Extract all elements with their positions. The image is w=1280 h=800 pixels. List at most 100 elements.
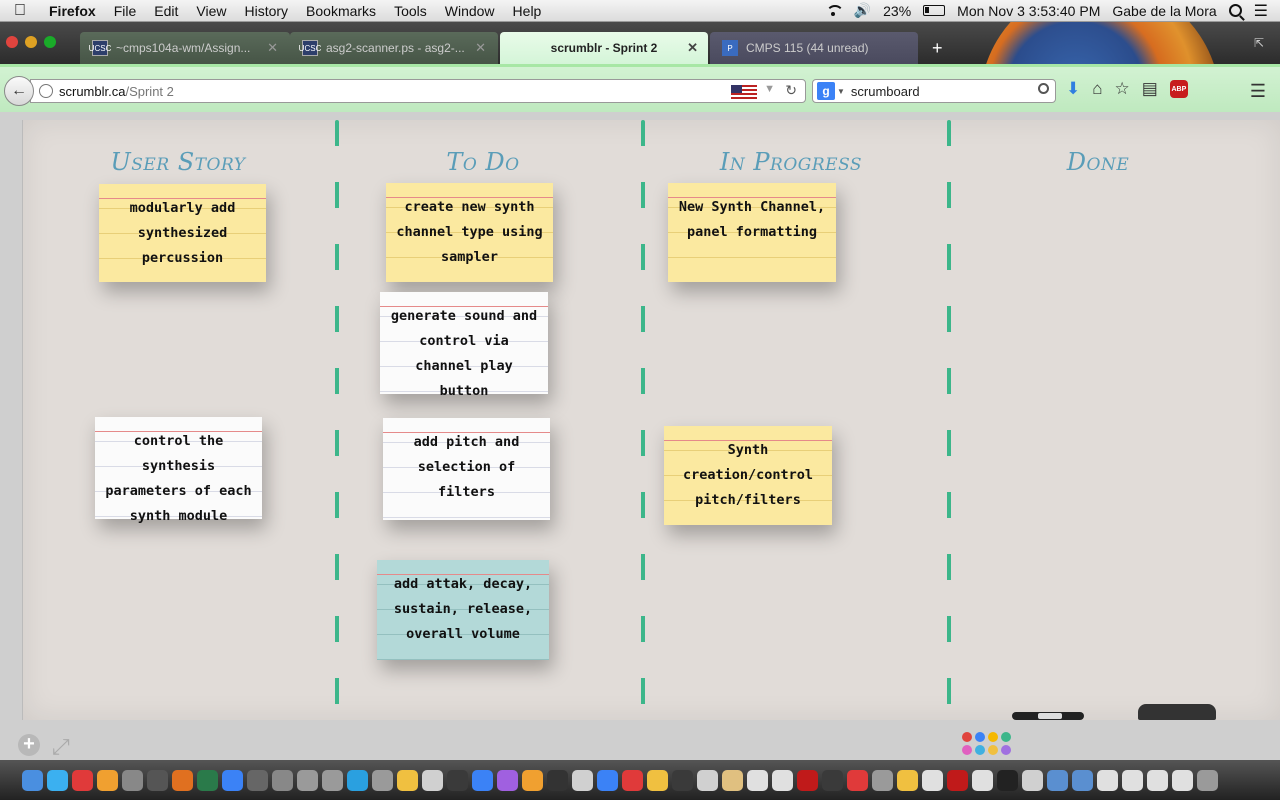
column-divider[interactable]: [947, 120, 951, 720]
story-card[interactable]: create new synth channel type using samp…: [386, 183, 553, 282]
dock-app-icon[interactable]: [347, 769, 368, 791]
dock-app-icon[interactable]: [1097, 769, 1118, 791]
eraser-icon[interactable]: [1138, 704, 1216, 720]
dock-app-icon[interactable]: [497, 769, 518, 791]
column-divider[interactable]: [641, 120, 645, 720]
dock-app-icon[interactable]: [372, 769, 393, 791]
home-icon[interactable]: ⌂: [1092, 79, 1102, 99]
dock-app-icon[interactable]: [97, 769, 118, 791]
dock-app-icon[interactable]: [872, 769, 893, 791]
add-card-button[interactable]: +: [18, 734, 40, 756]
menu-app-firefox[interactable]: Firefox: [40, 3, 105, 19]
apple-icon[interactable]: : [0, 2, 40, 20]
column-header-in-progress[interactable]: In Progress: [641, 148, 941, 176]
tab-piazza[interactable]: P CMPS 115 (44 unread): [710, 32, 918, 64]
menu-tools[interactable]: Tools: [385, 3, 436, 19]
dock-app-icon[interactable]: [697, 769, 718, 791]
palette-color-dot[interactable]: [1001, 732, 1011, 742]
story-card[interactable]: control the synthesis parameters of each…: [95, 417, 262, 524]
story-card[interactable]: New Synth Channel, panel formatting: [668, 183, 836, 282]
zoom-window-button[interactable]: [44, 36, 56, 48]
bookmark-star-icon[interactable]: ☆: [1115, 79, 1130, 99]
dock-app-icon[interactable]: [1047, 769, 1068, 791]
dock-app-icon[interactable]: [22, 769, 43, 791]
restore-window-icon[interactable]: ⇱: [1254, 36, 1264, 50]
menu-window[interactable]: Window: [436, 3, 504, 19]
wifi-icon[interactable]: [824, 4, 844, 17]
dock-app-icon[interactable]: [297, 769, 318, 791]
volume-icon[interactable]: 🔊: [854, 2, 871, 19]
us-flag-icon[interactable]: [731, 85, 757, 99]
search-engine-dropdown-icon[interactable]: ▼: [837, 87, 845, 96]
dock-app-icon[interactable]: [772, 769, 793, 791]
column-header-user-story[interactable]: User Story: [28, 148, 328, 176]
notification-center-icon[interactable]: ☰: [1254, 1, 1268, 21]
dock-app-icon[interactable]: [622, 769, 643, 791]
dock-app-icon[interactable]: [972, 769, 993, 791]
url-dropdown-icon[interactable]: ▼: [764, 83, 775, 95]
dock-app-icon[interactable]: [522, 769, 543, 791]
spotlight-icon[interactable]: [1228, 4, 1242, 17]
palette-color-dot[interactable]: [975, 745, 985, 755]
column-divider[interactable]: [335, 120, 339, 720]
story-card[interactable]: add attak, decay, sustain, release, over…: [377, 560, 549, 660]
new-tab-icon[interactable]: +: [932, 38, 943, 59]
dock-app-icon[interactable]: [222, 769, 243, 791]
close-tab-icon[interactable]: ✕: [475, 40, 486, 56]
dock-app-icon[interactable]: [822, 769, 843, 791]
palette-color-dot[interactable]: [962, 745, 972, 755]
adblock-plus-icon[interactable]: ABP: [1169, 80, 1188, 98]
dock-app-icon[interactable]: [72, 769, 93, 791]
dock-app-icon[interactable]: [722, 769, 743, 791]
palette-color-dot[interactable]: [962, 732, 972, 742]
palette-color-dot[interactable]: [988, 732, 998, 742]
dock-app-icon[interactable]: [47, 769, 68, 791]
dock-app-icon[interactable]: [672, 769, 693, 791]
dock-app-icon[interactable]: [997, 769, 1018, 791]
minimize-window-button[interactable]: [25, 36, 37, 48]
hamburger-menu-icon[interactable]: ☰: [1250, 81, 1266, 102]
dock-app-icon[interactable]: [897, 769, 918, 791]
dock-app-icon[interactable]: [1072, 769, 1093, 791]
close-tab-icon[interactable]: ✕: [267, 40, 278, 56]
palette-color-dot[interactable]: [975, 732, 985, 742]
menubar-clock[interactable]: Mon Nov 3 3:53:40 PM: [957, 3, 1100, 19]
url-bar[interactable]: scrumblr.ca /Sprint 2 ▼ ↻: [30, 79, 806, 103]
back-button[interactable]: ←: [4, 76, 34, 106]
dock-app-icon[interactable]: [247, 769, 268, 791]
dock-app-icon[interactable]: [1147, 769, 1168, 791]
dock-app-icon[interactable]: [122, 769, 143, 791]
dock-app-icon[interactable]: [447, 769, 468, 791]
dock-app-icon[interactable]: [647, 769, 668, 791]
palette-color-dot[interactable]: [988, 745, 998, 755]
dock-app-icon[interactable]: [797, 769, 818, 791]
dock-app-icon[interactable]: [397, 769, 418, 791]
tab-cmps104a[interactable]: UCSC ~cmps104a-wm/Assign... ✕: [80, 32, 290, 64]
dock-app-icon[interactable]: [197, 769, 218, 791]
dock-app-icon[interactable]: [1022, 769, 1043, 791]
dock-app-icon[interactable]: [1172, 769, 1193, 791]
story-card[interactable]: add pitch and selection of filters: [383, 418, 550, 520]
dock-app-icon[interactable]: [847, 769, 868, 791]
menu-view[interactable]: View: [187, 3, 235, 19]
dock-app-icon[interactable]: [322, 769, 343, 791]
dock-app-icon[interactable]: [597, 769, 618, 791]
dock-app-icon[interactable]: [572, 769, 593, 791]
dock-app-icon[interactable]: [422, 769, 443, 791]
tab-asg2-scanner[interactable]: UCSC asg2-scanner.ps - asg2-... ✕: [290, 32, 498, 64]
reload-icon[interactable]: ↻: [785, 82, 797, 99]
close-tab-icon[interactable]: ✕: [687, 40, 698, 56]
google-icon[interactable]: g: [817, 82, 835, 100]
expand-board-icon[interactable]: ⤢: [52, 734, 70, 760]
palette-color-dot[interactable]: [1001, 745, 1011, 755]
search-icon[interactable]: [1038, 83, 1049, 94]
story-card[interactable]: Synth creation/control pitch/filters: [664, 426, 832, 525]
dock-app-icon[interactable]: [947, 769, 968, 791]
dock-app-icon[interactable]: [1197, 769, 1218, 791]
dock-app-icon[interactable]: [147, 769, 168, 791]
story-card[interactable]: generate sound and control via channel p…: [380, 292, 548, 399]
menu-help[interactable]: Help: [504, 3, 551, 19]
marker-icon[interactable]: [1012, 712, 1084, 720]
menu-bookmarks[interactable]: Bookmarks: [297, 3, 385, 19]
dock-app-icon[interactable]: [547, 769, 568, 791]
